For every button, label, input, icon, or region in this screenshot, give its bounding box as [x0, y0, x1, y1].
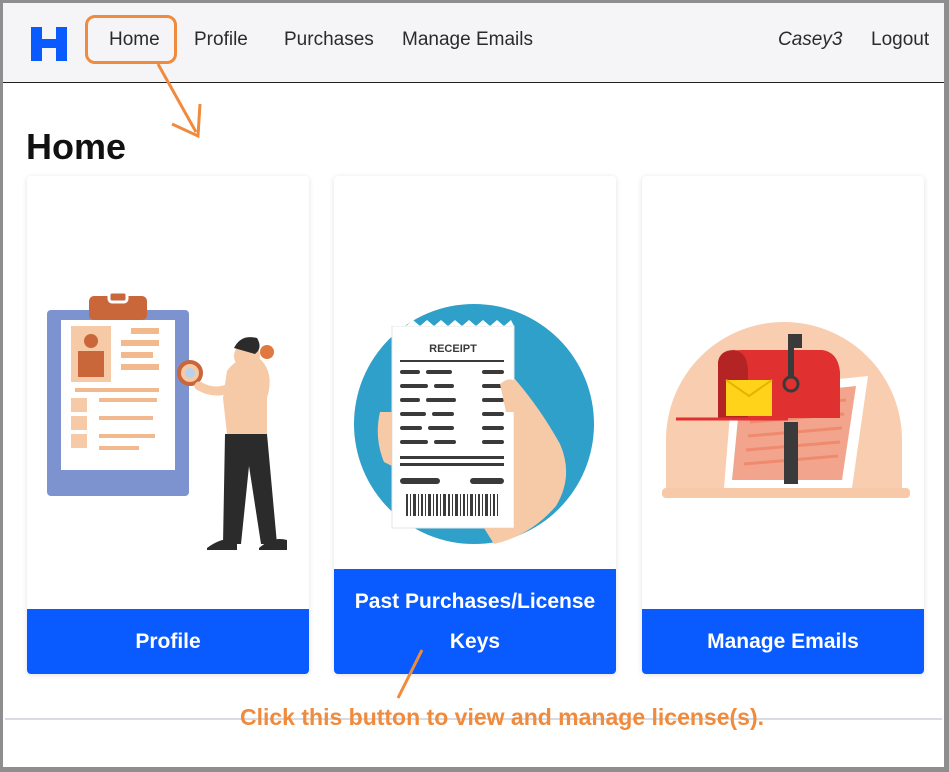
nav-manage-emails-link[interactable]: Manage Emails [402, 29, 533, 51]
profile-card: Profile [27, 176, 309, 674]
manage-emails-card: Manage Emails [642, 176, 924, 674]
past-purchases-card-button[interactable]: Past Purchases/License Keys [334, 569, 616, 674]
receipt-illustration: RECEIPT [354, 304, 594, 544]
past-purchases-card: RECEIPT Past Purchases/License Keys [334, 176, 616, 674]
manage-emails-card-button-label: Manage Emails [707, 629, 859, 653]
profile-card-button[interactable]: Profile [27, 609, 309, 674]
clipboard-profile-illustration [47, 290, 287, 550]
username-label[interactable]: Casey3 [778, 29, 842, 51]
annotation-highlight-box [85, 15, 177, 64]
profile-card-button-label: Profile [135, 629, 201, 653]
nav-purchases-link[interactable]: Purchases [284, 29, 374, 51]
annotation-instruction-text: Click this button to view and manage lic… [240, 704, 764, 730]
past-purchases-button-label-line2: Keys [449, 629, 501, 653]
logo-icon[interactable] [31, 27, 67, 61]
manage-emails-card-button[interactable]: Manage Emails [642, 609, 924, 674]
past-purchases-button-label-line1: Past Purchases/License [354, 589, 596, 613]
receipt-heading-text: RECEIPT [429, 343, 477, 355]
page-title: Home [26, 126, 127, 167]
nav-profile-link[interactable]: Profile [194, 29, 248, 51]
logout-link[interactable]: Logout [871, 29, 929, 51]
mailbox-illustration [662, 322, 910, 498]
